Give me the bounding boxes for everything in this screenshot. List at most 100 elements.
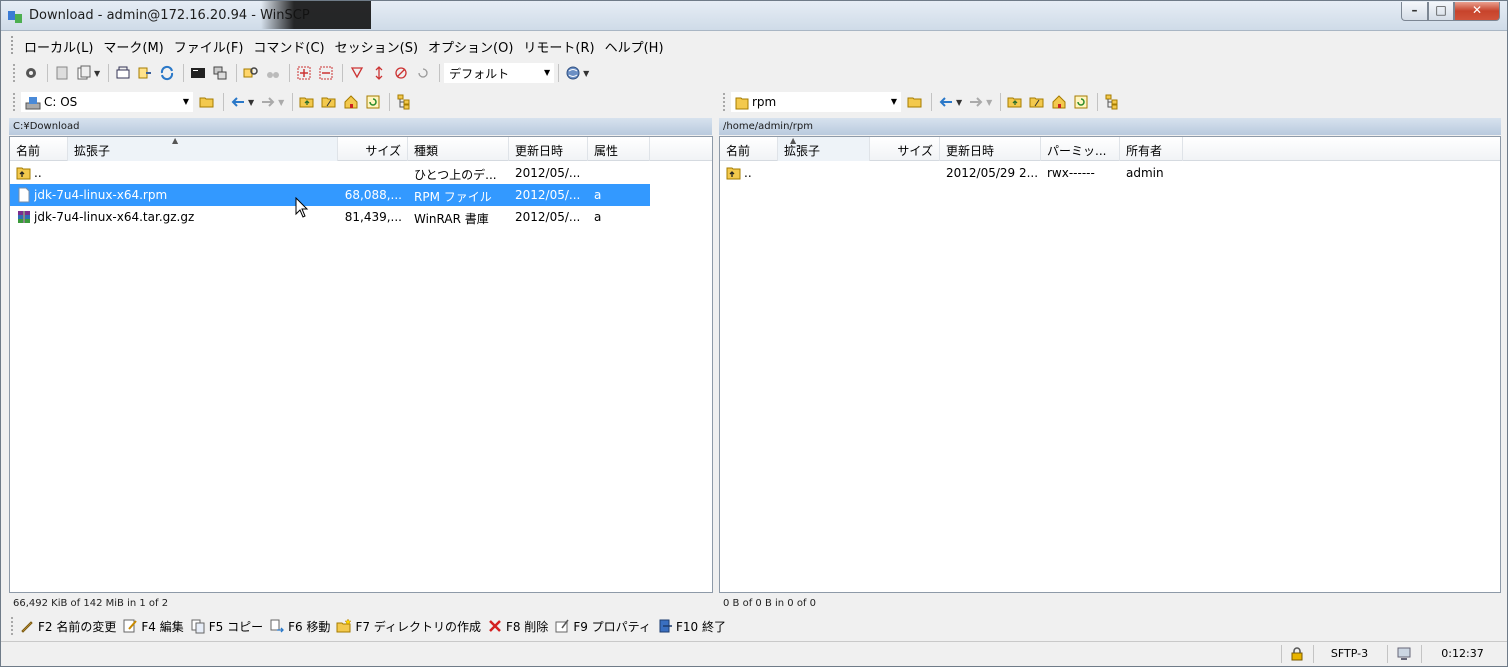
menu-local[interactable]: ローカル(L) xyxy=(19,34,98,56)
globe-dropdown-icon[interactable]: ▼ xyxy=(583,69,589,78)
preferences-gear-icon[interactable] xyxy=(21,63,41,83)
menu-session[interactable]: セッション(S) xyxy=(330,34,423,56)
binoculars-icon[interactable] xyxy=(263,63,283,83)
f4-edit-button[interactable]: F4 編集 xyxy=(122,618,184,635)
menu-file[interactable]: ファイル(F) xyxy=(169,34,249,56)
filter-icon[interactable] xyxy=(347,63,367,83)
root-directory-icon[interactable] xyxy=(319,92,339,112)
unselect-files-minus-icon[interactable] xyxy=(316,63,336,83)
sort-ascending-icon: ▲ xyxy=(172,136,179,145)
home-directory-icon[interactable] xyxy=(341,92,361,112)
title-bar[interactable]: Download - admin@172.16.20.94 - WinSCP –… xyxy=(1,1,1507,31)
root-directory-icon[interactable] xyxy=(1027,92,1047,112)
table-row[interactable]: jdk-7u4-linux-x64.rpm 68,088,... RPM ファイ… xyxy=(10,184,650,206)
local-file-panel[interactable]: 名前 拡張子 ▲ サイズ 種類 更新日時 属性 .. ひとつ上のデ... 2012… xyxy=(9,136,713,593)
column-owner[interactable]: 所有者 xyxy=(1120,137,1183,161)
encryption-lock-icon xyxy=(1281,645,1311,663)
session-elapsed-time: 0:12:37 xyxy=(1421,645,1503,663)
fkey-grip[interactable] xyxy=(11,617,15,635)
tree-view-icon[interactable] xyxy=(1102,92,1122,112)
properties-icon xyxy=(555,619,569,633)
forward-dropdown-icon[interactable]: ▼ xyxy=(986,98,992,107)
find-files-icon[interactable] xyxy=(241,63,261,83)
menu-help[interactable]: ヘルプ(H) xyxy=(600,34,669,56)
tree-view-icon[interactable] xyxy=(394,92,414,112)
menu-options[interactable]: オプション(O) xyxy=(423,34,518,56)
sort-icon[interactable] xyxy=(369,63,389,83)
edit-icon xyxy=(123,619,138,633)
transfer-preset-select[interactable]: デフォルト ▼ xyxy=(444,63,555,83)
column-attributes[interactable]: 属性 xyxy=(588,137,650,161)
table-row[interactable]: jdk-7u4-linux-x64.tar.gz.gz 81,439,... W… xyxy=(10,206,712,228)
f6-move-button[interactable]: F6 移動 xyxy=(269,618,330,635)
local-column-header: 名前 拡張子 ▲ サイズ 種類 更新日時 属性 xyxy=(10,136,712,161)
column-type[interactable]: 種類 xyxy=(408,137,509,161)
maximize-button[interactable]: □ xyxy=(1428,2,1454,21)
select-files-plus-icon[interactable] xyxy=(294,63,314,83)
sync-browse-icon[interactable] xyxy=(113,63,133,83)
clear-selection-icon[interactable] xyxy=(391,63,411,83)
column-permissions[interactable]: パーミッ... xyxy=(1041,137,1120,161)
open-folder-icon[interactable] xyxy=(197,92,217,112)
remote-directory-select[interactable]: rpm ▼ xyxy=(731,92,901,112)
forward-dropdown-icon[interactable]: ▼ xyxy=(278,98,284,107)
f7-create-directory-button[interactable]: F7 ディレクトリの作成 xyxy=(336,618,481,635)
f2-rename-button[interactable]: F2 名前の変更 xyxy=(19,618,116,635)
left-nav-grip[interactable] xyxy=(13,93,17,111)
toolbar-grip[interactable] xyxy=(13,64,17,82)
terminal-icon[interactable] xyxy=(188,63,208,83)
refresh-sync-icon[interactable] xyxy=(157,63,177,83)
reload-gray-icon[interactable] xyxy=(413,63,433,83)
file-name: .. xyxy=(34,166,42,180)
remote-path-bar[interactable]: /home/admin/rpm xyxy=(719,118,1501,135)
globe-icon[interactable] xyxy=(563,63,583,83)
column-modified[interactable]: 更新日時 xyxy=(940,137,1041,161)
f10-exit-button[interactable]: F10 終了 xyxy=(657,618,726,635)
f8-delete-button[interactable]: F8 削除 xyxy=(487,618,548,635)
back-dropdown-icon[interactable]: ▼ xyxy=(956,98,962,107)
refresh-icon[interactable] xyxy=(1071,92,1091,112)
drive-icon xyxy=(25,97,41,110)
f5-copy-button[interactable]: F5 コピー xyxy=(190,618,263,635)
menu-grip[interactable] xyxy=(11,36,15,54)
open-folder-icon[interactable] xyxy=(905,92,925,112)
local-drive-select[interactable]: C: OS ▼ xyxy=(21,92,193,112)
forward-arrow-icon[interactable] xyxy=(258,92,278,112)
right-nav-grip[interactable] xyxy=(723,93,727,111)
column-extension[interactable]: 拡張子 ▲ xyxy=(778,136,870,161)
forward-arrow-icon[interactable] xyxy=(966,92,986,112)
file-type: RPM ファイル xyxy=(414,190,492,204)
parent-directory-icon[interactable] xyxy=(297,92,317,112)
column-name[interactable]: 名前 xyxy=(10,137,68,161)
local-path-bar[interactable]: C:¥Download xyxy=(9,118,712,135)
chevron-down-icon: ▼ xyxy=(890,97,897,106)
refresh-icon[interactable] xyxy=(363,92,383,112)
remote-file-panel[interactable]: 名前 拡張子 ▲ サイズ 更新日時 パーミッ... 所有者 .. 2012/05/… xyxy=(719,136,1501,593)
local-selection-status: 66,492 KiB of 142 MiB in 1 of 2 xyxy=(13,598,169,609)
menu-remote[interactable]: リモート(R) xyxy=(518,34,599,56)
synchronize-icon[interactable] xyxy=(135,63,155,83)
parent-directory-icon[interactable] xyxy=(1005,92,1025,112)
putty-icon[interactable] xyxy=(210,63,230,83)
column-size[interactable]: サイズ xyxy=(870,137,940,161)
menu-mark[interactable]: マーク(M) xyxy=(98,34,168,56)
connection-status-icon xyxy=(1387,645,1419,663)
column-extension[interactable]: 拡張子 ▲ xyxy=(68,136,338,161)
back-arrow-icon[interactable] xyxy=(936,92,956,112)
compare-icon[interactable] xyxy=(52,63,72,83)
home-directory-icon[interactable] xyxy=(1049,92,1069,112)
file-modified: 2012/05/... xyxy=(515,166,581,180)
column-name[interactable]: 名前 xyxy=(720,137,778,161)
column-size[interactable]: サイズ xyxy=(338,137,408,161)
table-row[interactable]: .. 2012/05/29 2... rwx------ admin xyxy=(720,162,1500,184)
column-modified[interactable]: 更新日時 xyxy=(509,137,588,161)
queue-icon[interactable] xyxy=(74,63,94,83)
back-dropdown-icon[interactable]: ▼ xyxy=(248,98,254,107)
back-arrow-icon[interactable] xyxy=(228,92,248,112)
table-row[interactable]: .. ひとつ上のデ... 2012/05/... xyxy=(10,162,712,184)
minimize-button[interactable]: – xyxy=(1401,2,1428,21)
queue-dropdown-icon[interactable]: ▼ xyxy=(94,69,100,78)
close-button[interactable]: ✕ xyxy=(1454,2,1500,21)
f9-properties-button[interactable]: F9 プロパティ xyxy=(554,618,651,635)
menu-command[interactable]: コマンド(C) xyxy=(248,34,329,56)
